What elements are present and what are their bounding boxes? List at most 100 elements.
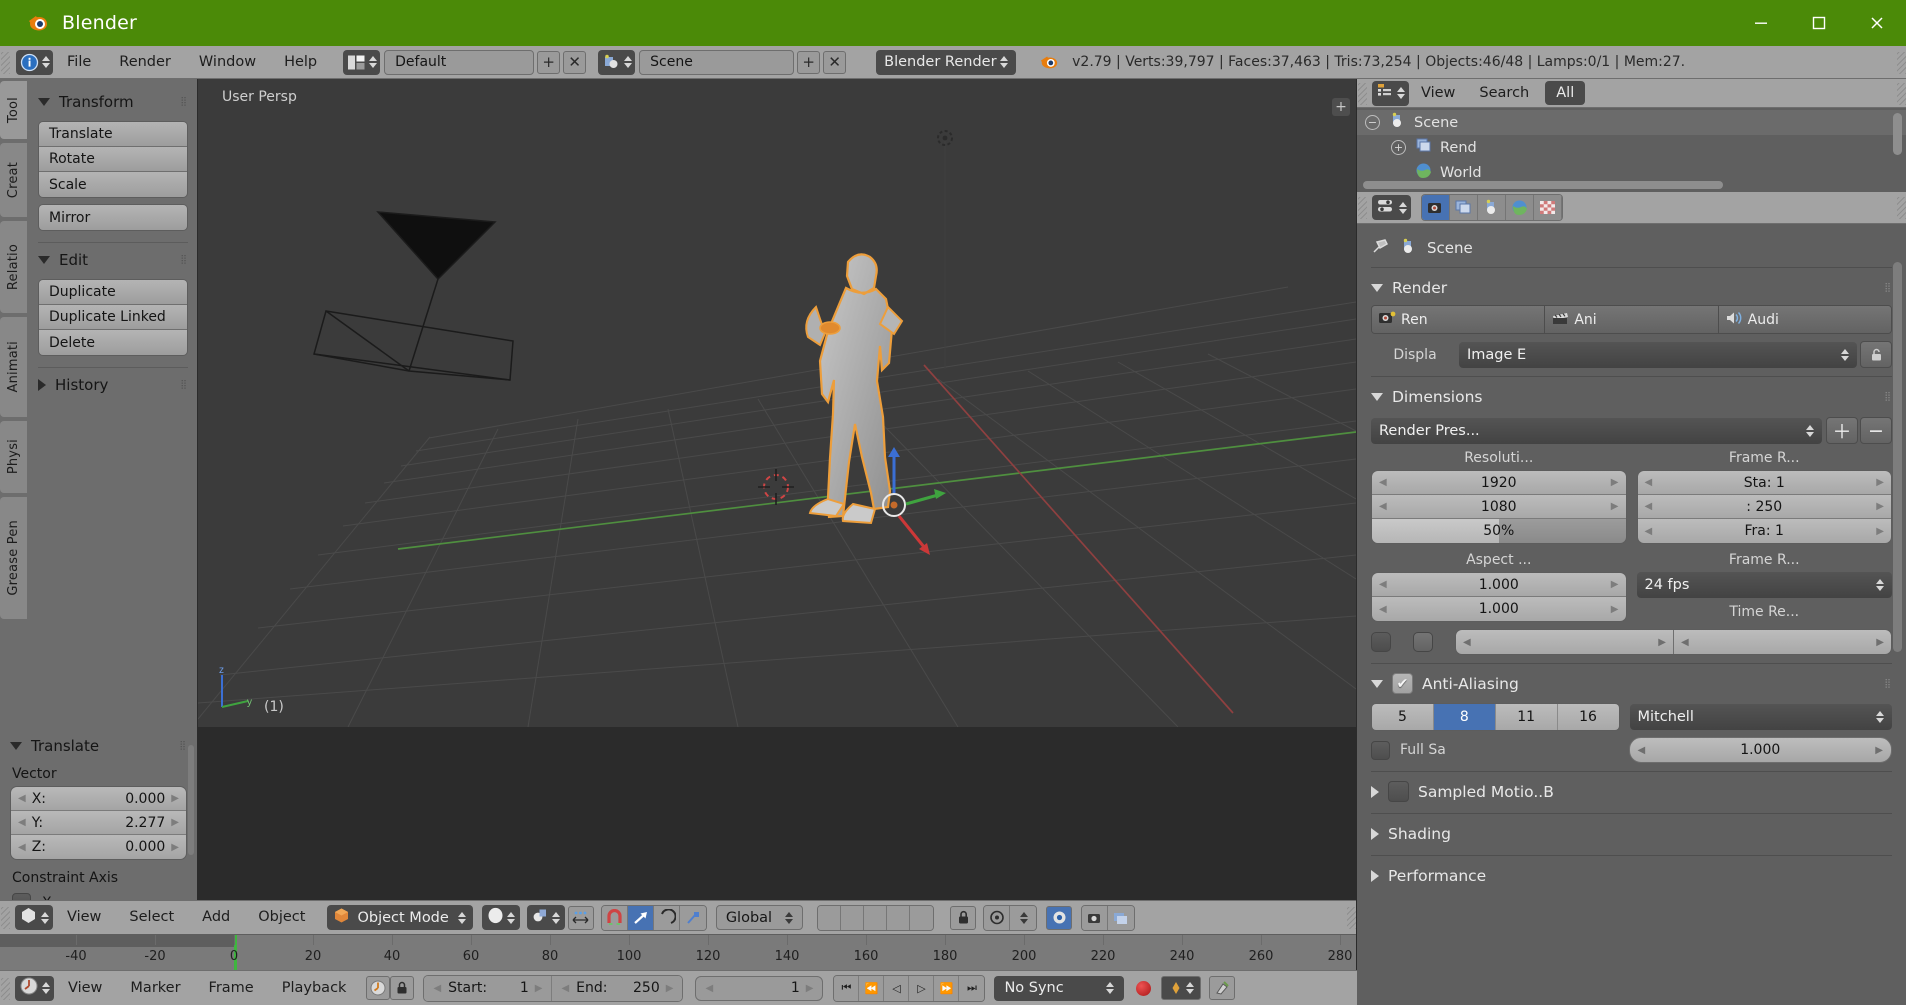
editor-type-selector-info[interactable] xyxy=(16,50,53,75)
current-frame-field[interactable]: ◀ 1 ▶ xyxy=(695,976,823,1001)
decrement-arrow-icon[interactable]: ◀ xyxy=(1681,637,1689,648)
outliner-menu-view[interactable]: View xyxy=(1409,79,1467,108)
outliner-horizontal-scrollbar[interactable] xyxy=(1363,181,1723,189)
keying-set-add-icon[interactable] xyxy=(1209,976,1235,1000)
render-preview-icon[interactable] xyxy=(1046,906,1072,930)
keying-set-selector[interactable] xyxy=(1161,976,1201,1000)
increment-arrow-icon[interactable]: ▶ xyxy=(666,983,674,994)
panel-header-edit[interactable]: Edit ⣿ xyxy=(38,247,188,273)
properties-tab-world[interactable] xyxy=(1506,195,1534,220)
viewport-shading-selector[interactable] xyxy=(482,905,520,930)
decrement-arrow-icon[interactable]: ◀ xyxy=(1645,526,1653,537)
increment-arrow-icon[interactable]: ▶ xyxy=(1658,637,1666,648)
increment-arrow-icon[interactable]: ▶ xyxy=(535,983,543,994)
add-preset-button[interactable]: ＋ xyxy=(1826,417,1858,444)
maximize-button[interactable] xyxy=(1790,0,1848,46)
proportional-falloff-icon[interactable] xyxy=(1010,906,1036,930)
aspect-x-field[interactable]: ◀ 1.000 ▶ xyxy=(1372,573,1626,597)
menu-window[interactable]: Window xyxy=(185,46,270,79)
play-button[interactable]: ▷ xyxy=(909,976,934,1001)
timeline-menu-marker[interactable]: Marker xyxy=(116,972,194,1005)
scene-name-field[interactable]: Scene xyxy=(639,50,794,75)
previous-keyframe-button[interactable]: ⏪ xyxy=(859,976,884,1001)
screen-layout-delete-button[interactable]: ✕ xyxy=(563,51,586,74)
timeline-ruler[interactable]: -40-200204060801001201401601802002202402… xyxy=(0,934,1356,970)
panel-header-motion-blur[interactable]: Sampled Motio..B xyxy=(1371,778,1892,805)
increment-arrow-icon[interactable]: ▶ xyxy=(1611,604,1619,615)
editor-type-selector-outliner[interactable] xyxy=(1372,81,1409,106)
screen-layout-add-button[interactable]: + xyxy=(537,51,560,74)
panel-header-performance[interactable]: Performance xyxy=(1371,862,1892,889)
aa-sample-8[interactable]: 8 xyxy=(1434,704,1496,730)
minimize-button[interactable] xyxy=(1732,0,1790,46)
panel-header-transform[interactable]: Transform ⣿ xyxy=(38,89,188,115)
frame-start-field[interactable]: ◀ Start: 1 ▶ xyxy=(424,976,552,1001)
menu-help[interactable]: Help xyxy=(270,46,331,79)
outliner-vertical-scrollbar[interactable] xyxy=(1893,113,1902,155)
delete-button[interactable]: Delete xyxy=(39,330,187,355)
scene-delete-button[interactable]: ✕ xyxy=(823,51,846,74)
increment-arrow-icon[interactable]: ▶ xyxy=(806,983,814,994)
decrement-arrow-icon[interactable]: ◀ xyxy=(1379,501,1387,512)
transform-orientation-selector[interactable]: Global xyxy=(716,905,803,930)
increment-arrow-icon[interactable]: ▶ xyxy=(1876,526,1884,537)
increment-arrow-icon[interactable]: ▶ xyxy=(1876,501,1884,512)
antialiasing-enable-checkbox[interactable] xyxy=(1392,673,1413,694)
increment-arrow-icon[interactable]: ▶ xyxy=(1875,745,1883,756)
frame-end-field[interactable]: ◀ : 250 ▶ xyxy=(1638,495,1892,519)
properties-tab-render-layers[interactable] xyxy=(1450,195,1478,220)
screen-layout-name-field[interactable]: Default xyxy=(384,50,534,75)
properties-scrollbar[interactable] xyxy=(1893,262,1902,652)
sync-mode-selector[interactable]: No Sync xyxy=(994,976,1124,1001)
next-keyframe-button[interactable]: ⏩ xyxy=(934,976,959,1001)
decrement-arrow-icon[interactable]: ◀ xyxy=(561,983,569,994)
panel-header-history[interactable]: History ⣿ xyxy=(38,372,188,398)
outliner-row-scene[interactable]: − Scene xyxy=(1357,110,1906,135)
auto-keyframe-icon[interactable] xyxy=(366,976,390,1000)
viewport-menu-object[interactable]: Object xyxy=(244,901,319,934)
timeline-menu-view[interactable]: View xyxy=(54,972,116,1005)
border-toggle[interactable] xyxy=(1371,632,1391,652)
timeline-menu-playback[interactable]: Playback xyxy=(268,972,361,1005)
resolution-y-field[interactable]: ◀ 1080 ▶ xyxy=(1372,495,1626,519)
render-layers-icon[interactable] xyxy=(1108,906,1134,930)
pivot-point-selector[interactable] xyxy=(527,905,565,930)
increment-arrow-icon[interactable]: ▶ xyxy=(171,842,179,853)
menu-render[interactable]: Render xyxy=(105,46,185,79)
jump-to-start-button[interactable]: ⏮ xyxy=(834,976,859,1001)
duplicate-linked-button[interactable]: Duplicate Linked xyxy=(39,305,187,330)
decrement-arrow-icon[interactable]: ◀ xyxy=(433,983,441,994)
lock-scene-icon[interactable] xyxy=(950,906,976,930)
manipulator-scale-icon[interactable] xyxy=(680,906,706,930)
decrement-arrow-icon[interactable]: ◀ xyxy=(1379,604,1387,615)
scene-add-button[interactable]: + xyxy=(797,51,820,74)
panel-header-shading[interactable]: Shading xyxy=(1371,820,1892,847)
interaction-mode-selector[interactable]: Object Mode xyxy=(327,905,472,930)
constraint-axis-x-checkbox[interactable] xyxy=(12,893,31,900)
tab-tool[interactable]: Tool xyxy=(0,81,27,139)
pin-id-icon[interactable] xyxy=(1371,237,1391,259)
increment-arrow-icon[interactable]: ▶ xyxy=(1611,579,1619,590)
viewport-menu-select[interactable]: Select xyxy=(115,901,188,934)
decrement-arrow-icon[interactable]: ◀ xyxy=(18,842,26,853)
panel-header-dimensions[interactable]: Dimensions ⣿ xyxy=(1371,383,1892,410)
rotate-button[interactable]: Rotate xyxy=(39,147,187,172)
frame-rate-selector[interactable]: 24 fps xyxy=(1637,572,1893,598)
timeline-menu-frame[interactable]: Frame xyxy=(195,972,268,1005)
tab-physics[interactable]: Physi xyxy=(0,421,27,493)
operator-panel-scrollbar[interactable] xyxy=(188,745,194,855)
layer-button-2[interactable] xyxy=(841,906,864,930)
close-button[interactable] xyxy=(1848,0,1906,46)
display-lock-icon[interactable] xyxy=(1860,341,1892,368)
full-sample-checkbox[interactable] xyxy=(1371,741,1390,760)
render-engine-selector[interactable]: Blender Render xyxy=(876,50,1016,75)
antialiasing-filter-size-field[interactable]: ◀ 1.000 ▶ xyxy=(1629,737,1893,763)
duplicate-button[interactable]: Duplicate xyxy=(39,280,187,305)
jump-to-end-button[interactable]: ⏭ xyxy=(959,976,984,1001)
collapse-icon[interactable]: − xyxy=(1365,115,1380,130)
properties-tab-render[interactable] xyxy=(1422,195,1450,220)
screen-layout-icon-selector[interactable] xyxy=(343,50,380,75)
increment-arrow-icon[interactable]: ▶ xyxy=(1876,637,1884,648)
decrement-arrow-icon[interactable]: ◀ xyxy=(18,817,26,828)
time-remap-new-field[interactable]: ◀ ▶ xyxy=(1674,630,1891,654)
